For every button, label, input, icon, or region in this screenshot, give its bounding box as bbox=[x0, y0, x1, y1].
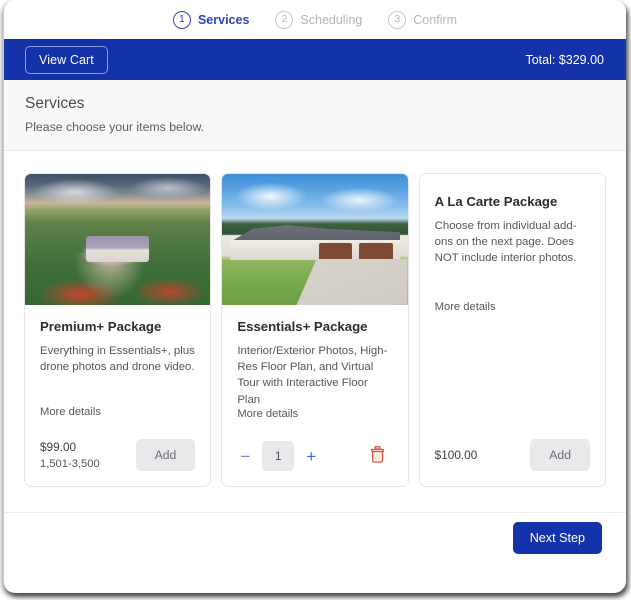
step-3-label: Confirm bbox=[413, 13, 457, 27]
step-2-label: Scheduling bbox=[300, 13, 362, 27]
increment-quantity-button[interactable]: + bbox=[303, 446, 319, 467]
page-subtitle: Please choose your items below. bbox=[25, 120, 626, 134]
photo-cloud-b bbox=[319, 187, 401, 213]
cart-total-label: Total: $329.00 bbox=[525, 53, 612, 67]
premium-package-image bbox=[25, 174, 210, 305]
alacarte-card-title: A La Carte Package bbox=[435, 194, 590, 209]
services-list: Premium+ Package Everything in Essential… bbox=[4, 151, 626, 512]
essentials-card-description: Interior/Exterior Photos, High-Res Floor… bbox=[237, 343, 392, 408]
essentials-more-details-link[interactable]: More details bbox=[237, 408, 392, 420]
alacarte-price-block: $100.00 bbox=[435, 448, 478, 462]
essentials-package-image bbox=[222, 174, 407, 305]
premium-card-body: Premium+ Package Everything in Essential… bbox=[25, 305, 210, 418]
cart-bar: View Cart Total: $329.00 bbox=[4, 39, 626, 80]
quantity-stepper: − 1 + bbox=[237, 441, 392, 471]
step-scheduling[interactable]: 2 Scheduling bbox=[262, 11, 375, 29]
progress-stepper: 1 Services 2 Scheduling 3 Confirm bbox=[4, 0, 626, 39]
photo-cloud-right bbox=[129, 177, 207, 199]
step-3-number: 3 bbox=[388, 11, 406, 29]
alacarte-card-description: Choose from individual add-ons on the ne… bbox=[435, 218, 590, 267]
next-step-button[interactable]: Next Step bbox=[513, 522, 602, 554]
premium-more-details-link[interactable]: More details bbox=[40, 406, 195, 418]
alacarte-spacer bbox=[435, 313, 590, 439]
remove-item-button[interactable] bbox=[368, 444, 387, 468]
step-services[interactable]: 1 Services bbox=[160, 11, 262, 29]
service-card-alacarte[interactable]: A La Carte Package Choose from individua… bbox=[419, 173, 606, 487]
ranch-house-exterior-photo bbox=[222, 174, 407, 305]
quantity-controls: − 1 + bbox=[237, 441, 319, 471]
essentials-card-footer: − 1 + bbox=[222, 441, 407, 486]
essentials-card-title: Essentials+ Package bbox=[237, 319, 392, 334]
section-header: Services Please choose your items below. bbox=[4, 80, 626, 151]
premium-card-description: Everything in Essentials+, plus drone ph… bbox=[40, 343, 195, 375]
service-card-premium[interactable]: Premium+ Package Everything in Essential… bbox=[24, 173, 211, 487]
alacarte-card-body: A La Carte Package Choose from individua… bbox=[420, 174, 605, 439]
app-window: 1 Services 2 Scheduling 3 Confirm View C… bbox=[3, 0, 626, 593]
page-title: Services bbox=[25, 95, 626, 113]
wizard-footer: Next Step bbox=[4, 512, 626, 563]
step-confirm[interactable]: 3 Confirm bbox=[375, 11, 470, 29]
premium-price-range: 1,501-3,500 bbox=[40, 458, 100, 470]
photo-house-roof bbox=[86, 236, 149, 262]
step-1-label: Services bbox=[198, 13, 249, 27]
trash-icon bbox=[370, 446, 385, 466]
alacarte-card-footer: $100.00 Add bbox=[420, 439, 605, 486]
premium-card-footer: $99.00 1,501-3,500 Add bbox=[25, 439, 210, 486]
essentials-card-body: Essentials+ Package Interior/Exterior Ph… bbox=[222, 305, 407, 420]
premium-add-button[interactable]: Add bbox=[136, 439, 196, 471]
alacarte-add-button[interactable]: Add bbox=[530, 439, 590, 471]
premium-price: $99.00 bbox=[40, 440, 100, 454]
photo-garage-door-2 bbox=[359, 243, 392, 259]
alacarte-more-details-link[interactable]: More details bbox=[435, 301, 590, 313]
aerial-estate-photo bbox=[25, 174, 210, 305]
cards-row: Premium+ Package Everything in Essential… bbox=[24, 173, 606, 487]
photo-cloud-left bbox=[32, 179, 117, 205]
view-cart-button[interactable]: View Cart bbox=[25, 46, 108, 74]
photo-garage-door-1 bbox=[319, 243, 352, 259]
quantity-value[interactable]: 1 bbox=[262, 441, 294, 471]
alacarte-price: $100.00 bbox=[435, 448, 478, 462]
premium-card-title: Premium+ Package bbox=[40, 319, 195, 334]
photo-cloud-a bbox=[233, 182, 307, 211]
step-1-number: 1 bbox=[173, 11, 191, 29]
decrement-quantity-button[interactable]: − bbox=[237, 446, 253, 467]
step-2-number: 2 bbox=[275, 11, 293, 29]
photo-driveway-2 bbox=[296, 259, 407, 305]
premium-price-block: $99.00 1,501-3,500 bbox=[40, 440, 100, 470]
service-card-essentials[interactable]: Essentials+ Package Interior/Exterior Ph… bbox=[221, 173, 408, 487]
